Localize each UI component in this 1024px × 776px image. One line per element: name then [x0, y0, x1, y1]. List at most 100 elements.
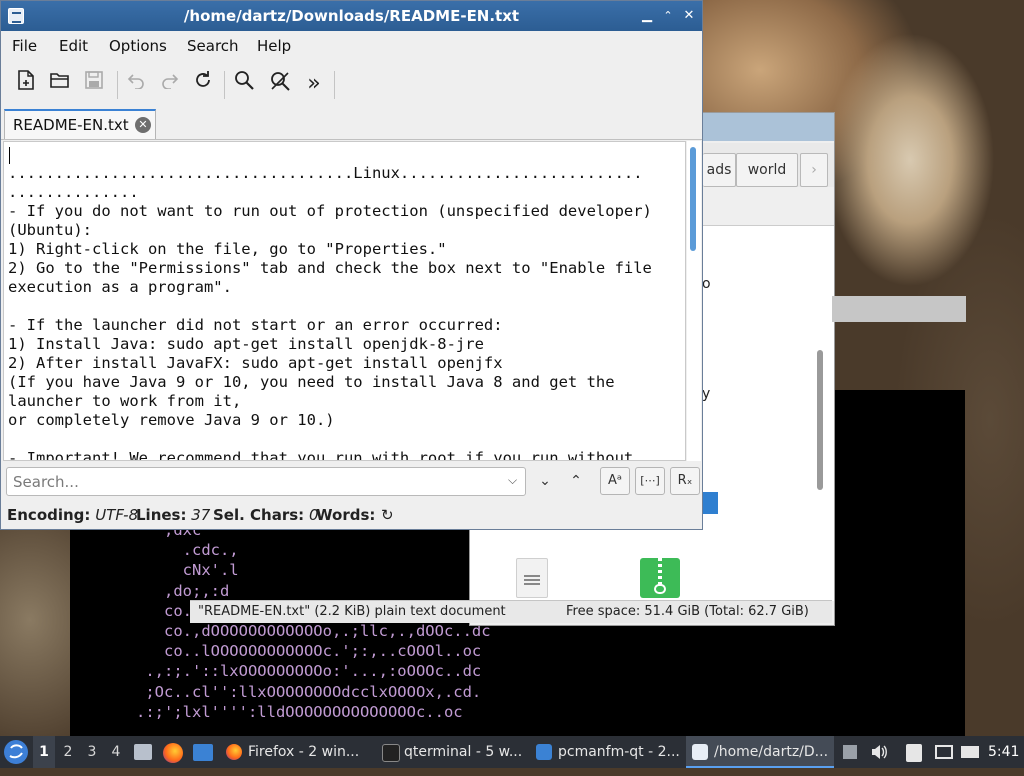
menubar: File Edit Options Search Help — [1, 31, 702, 61]
toolbar-separator — [334, 71, 335, 99]
text-area[interactable]: .....................................Lin… — [3, 141, 686, 461]
whole-word-button[interactable]: [⋯] — [635, 467, 665, 495]
search-input[interactable] — [6, 467, 526, 496]
clock[interactable]: 5:41 — [988, 736, 1019, 768]
encoding-label: Encoding: — [7, 506, 91, 524]
network-icon[interactable] — [935, 745, 953, 759]
whole-word-icon: [⋯] — [640, 474, 660, 487]
workspace-3[interactable]: 3 — [81, 736, 103, 768]
clipboard-icon[interactable] — [906, 744, 922, 762]
new-document-icon[interactable] — [12, 70, 40, 98]
tab-scroll-right-button[interactable]: › — [800, 153, 828, 187]
file-manager-tab-downloads[interactable]: ads — [703, 153, 736, 187]
minimize-button[interactable]: ▁ — [639, 8, 655, 24]
task-label: qterminal - 5 w... — [404, 744, 523, 760]
find-next-button[interactable]: ⌄ — [535, 471, 555, 491]
eject-icon[interactable] — [843, 745, 857, 759]
save-icon[interactable] — [80, 70, 108, 98]
text-editor-icon — [692, 744, 708, 760]
restore-icon: ⌃ — [663, 9, 673, 22]
file-manager-scrollbar[interactable] — [817, 350, 823, 490]
window-title: /home/dartz/Downloads/README-EN.txt — [183, 7, 520, 25]
workspace-1[interactable]: 1 — [33, 736, 55, 768]
close-tab-icon[interactable]: ✕ — [135, 117, 151, 133]
restore-button[interactable]: ⌃ — [660, 8, 676, 24]
workspace-2[interactable]: 2 — [57, 736, 79, 768]
match-case-button[interactable]: Aᵃ — [600, 467, 630, 495]
text-file-icon[interactable] — [516, 558, 548, 598]
close-icon: ✕ — [683, 8, 695, 23]
task-qterminal[interactable]: qterminal - 5 w... — [376, 736, 552, 768]
workspace-4[interactable]: 4 — [105, 736, 127, 768]
task-text-editor[interactable]: /home/dartz/D... — [686, 736, 834, 768]
words-status: Words: — [316, 501, 375, 529]
replace-icon[interactable] — [266, 70, 294, 98]
selchars-label: Sel. Chars: — [213, 506, 305, 524]
menu-file[interactable]: File — [12, 31, 37, 61]
document-text: .....................................Lin… — [8, 164, 652, 461]
background-window-titlebar[interactable] — [832, 296, 966, 322]
menu-edit[interactable]: Edit — [59, 31, 88, 61]
lines-label: Lines: — [136, 506, 187, 524]
editor-titlebar[interactable]: /home/dartz/Downloads/README-EN.txt ▁ ⌃ … — [1, 1, 702, 31]
folder-icon — [536, 744, 552, 760]
redo-icon[interactable] — [156, 70, 184, 98]
close-button[interactable]: ✕ — [681, 8, 697, 24]
encoding-status: Encoding: UTF-8 — [7, 501, 138, 529]
menu-options[interactable]: Options — [109, 31, 167, 61]
zip-archive-icon[interactable] — [640, 558, 680, 598]
task-firefox[interactable]: Firefox - 2 win... — [220, 736, 396, 768]
partial-label: o — [702, 276, 711, 292]
reload-icon[interactable] — [189, 70, 217, 98]
start-menu-icon[interactable] — [4, 740, 28, 764]
more-icon[interactable]: » — [300, 70, 328, 98]
task-label: Firefox - 2 win... — [248, 744, 360, 760]
refresh-words-icon[interactable]: ↻ — [381, 501, 394, 529]
words-label: Words: — [316, 506, 376, 524]
task-label: /home/dartz/D... — [714, 744, 829, 760]
tab-label: ads — [706, 162, 732, 178]
firefox-icon — [226, 744, 242, 760]
find-previous-button[interactable]: ⌃ — [566, 471, 586, 491]
toolbar-separator — [117, 71, 118, 99]
menu-help[interactable]: Help — [257, 31, 291, 61]
terminal-icon — [382, 744, 400, 762]
volume-icon[interactable] — [870, 736, 888, 768]
regex-button[interactable]: Rₓ — [670, 467, 700, 495]
task-label: pcmanfm-qt - 2... — [558, 744, 680, 760]
text-editor-window[interactable]: /home/dartz/Downloads/README-EN.txt ▁ ⌃ … — [0, 0, 703, 530]
search-bar: ⌵ ⌄ ⌃ Aᵃ [⋯] Rₓ — [1, 463, 702, 499]
file-manager-tab-world[interactable]: world — [736, 153, 798, 187]
minimize-icon: ▁ — [642, 8, 652, 23]
chevron-right-icon: › — [811, 162, 817, 178]
toolbar-separator — [224, 71, 225, 99]
selchars-status: Sel. Chars: 0 — [213, 501, 319, 529]
toolbar: » — [1, 63, 702, 105]
lines-status: Lines: 37 — [136, 501, 210, 529]
scrollbar-thumb[interactable] — [690, 147, 696, 251]
task-pcmanfm[interactable]: pcmanfm-qt - 2... — [530, 736, 708, 768]
menu-search[interactable]: Search — [187, 31, 239, 61]
open-folder-icon[interactable] — [46, 70, 74, 98]
chevron-down-icon: ⌄ — [539, 473, 551, 489]
find-icon[interactable] — [230, 70, 258, 98]
undo-icon[interactable] — [122, 70, 150, 98]
encoding-value: UTF-8 — [95, 506, 139, 524]
file-manager-launcher-icon[interactable] — [134, 744, 152, 760]
free-space-info: Free space: 51.4 GiB (Total: 62.7 GiB) — [566, 604, 809, 619]
chevron-down-icon[interactable]: ⌵ — [508, 473, 517, 488]
match-case-icon: Aᵃ — [608, 473, 622, 488]
document-tab[interactable]: README-EN.txt ✕ — [4, 109, 156, 139]
ethernet-icon[interactable] — [961, 746, 979, 758]
taskbar: 1 2 3 4 Firefox - 2 win... qterminal - 5… — [0, 736, 1024, 768]
regex-icon: Rₓ — [677, 473, 693, 488]
text-cursor — [9, 147, 10, 164]
chevron-up-icon: ⌃ — [570, 473, 582, 489]
tab-label: world — [747, 162, 787, 178]
show-desktop-icon[interactable] — [193, 744, 213, 761]
tab-label: README-EN.txt — [13, 116, 129, 134]
partial-label: y — [702, 386, 711, 402]
selection-info: "README-EN.txt" (2.2 KiB) plain text doc… — [198, 604, 506, 619]
lines-value: 37 — [191, 506, 211, 524]
firefox-launcher-icon[interactable] — [163, 743, 183, 763]
